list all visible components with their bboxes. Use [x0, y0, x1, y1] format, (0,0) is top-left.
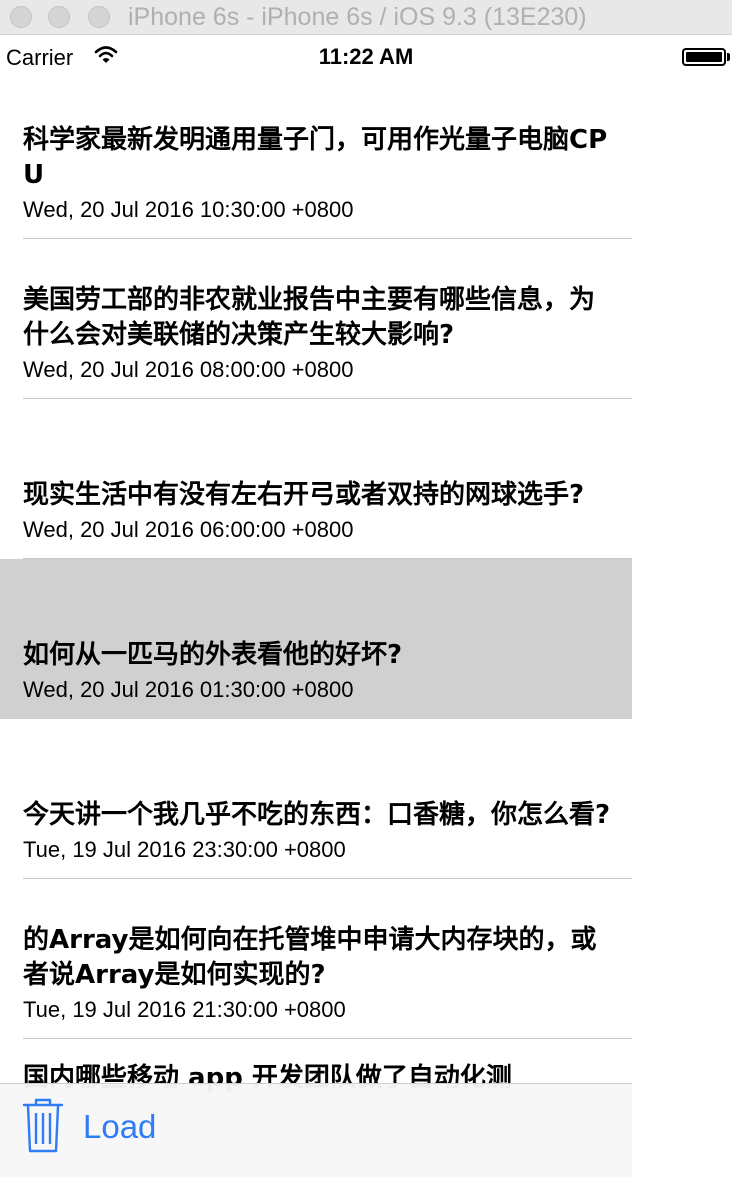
- bottom-toolbar: Load: [0, 1083, 632, 1177]
- close-window-button[interactable]: [10, 6, 32, 28]
- feed-row-date: Tue, 19 Jul 2016 23:30:00 +0800: [23, 837, 346, 862]
- zoom-window-button[interactable]: [88, 6, 110, 28]
- feed-row-selected[interactable]: 如何从一匹马的外表看他的好坏? Wed, 20 Jul 2016 01:30:0…: [0, 559, 632, 719]
- simulator-title-bar: iPhone 6s - iPhone 6s / iOS 9.3 (13E230): [0, 0, 732, 35]
- feed-row-date: Wed, 20 Jul 2016 10:30:00 +0800: [23, 197, 354, 222]
- feed-row[interactable]: 现实生活中有没有左右开弓或者双持的网球选手? Wed, 20 Jul 2016 …: [0, 399, 632, 559]
- feed-row[interactable]: 美国劳工部的非农就业报告中主要有哪些信息，为什么会对美联储的决策产生较大影响? …: [0, 239, 632, 399]
- battery-icon: [682, 48, 726, 66]
- status-time: 11:22 AM: [318, 44, 414, 69]
- feed-row-date: Wed, 20 Jul 2016 08:00:00 +0800: [23, 357, 354, 382]
- window-title: iPhone 6s - iPhone 6s / iOS 9.3 (13E230): [128, 3, 587, 31]
- battery-nub: [727, 53, 730, 61]
- feed-row-date: Wed, 20 Jul 2016 01:30:00 +0800: [23, 677, 354, 702]
- minimize-window-button[interactable]: [48, 6, 70, 28]
- status-bar: Carrier 11:22 AM: [0, 35, 732, 79]
- feed-row-title: 现实生活中有没有左右开弓或者双持的网球选手?: [23, 480, 585, 510]
- feed-row-title: 的Array是如何向在托管堆中申请大内存块的，或者说Array是如何实现的?: [23, 925, 597, 990]
- feed-row-title: 美国劳工部的非农就业报告中主要有哪些信息，为什么会对美联储的决策产生较大影响?: [23, 285, 596, 350]
- feed-row[interactable]: 今天讲一个我几乎不吃的东西：口香糖，你怎么看? Tue, 19 Jul 2016…: [0, 719, 632, 879]
- feed-row-date: Wed, 20 Jul 2016 06:00:00 +0800: [23, 517, 354, 542]
- feed-table[interactable]: 科学家最新发明通用量子门，可用作光量子电脑CPU Wed, 20 Jul 201…: [0, 79, 632, 1176]
- feed-row-title: 如何从一匹马的外表看他的好坏?: [23, 640, 403, 670]
- feed-row-date: Tue, 19 Jul 2016 21:30:00 +0800: [23, 997, 346, 1022]
- trash-icon[interactable]: [22, 1098, 64, 1158]
- feed-row[interactable]: 科学家最新发明通用量子门，可用作光量子电脑CPU Wed, 20 Jul 201…: [0, 79, 632, 239]
- load-button[interactable]: Load: [83, 1108, 156, 1146]
- feed-row-title: 今天讲一个我几乎不吃的东西：口香糖，你怎么看?: [23, 800, 611, 830]
- feed-row-title: 科学家最新发明通用量子门，可用作光量子电脑CPU: [23, 125, 608, 190]
- feed-row[interactable]: 的Array是如何向在托管堆中申请大内存块的，或者说Array是如何实现的? T…: [0, 879, 632, 1039]
